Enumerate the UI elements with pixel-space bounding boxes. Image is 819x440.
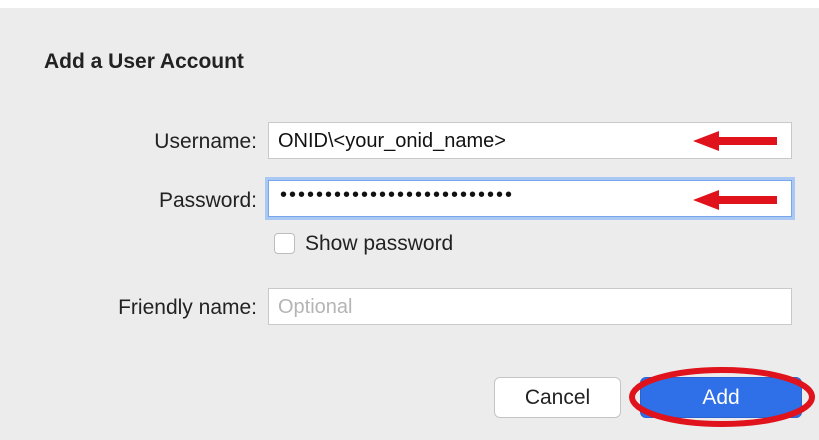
show-password-label[interactable]: Show password xyxy=(305,232,453,256)
window-top-edge xyxy=(0,0,819,8)
friendly-name-field[interactable]: Optional xyxy=(268,288,792,325)
username-field[interactable]: ONID\<your_onid_name> xyxy=(268,122,792,159)
password-field[interactable]: •••••••••••••••••••••••••• xyxy=(268,180,792,217)
show-password-checkbox[interactable] xyxy=(274,233,295,254)
password-masked-value: •••••••••••••••••••••••••• xyxy=(280,184,515,206)
red-arrow-icon xyxy=(693,131,777,151)
password-label: Password: xyxy=(158,189,257,212)
friendly-name-placeholder: Optional xyxy=(278,296,353,318)
username-label: Username: xyxy=(154,130,257,153)
username-value: ONID\<your_onid_name> xyxy=(278,130,506,152)
dialog-title: Add a User Account xyxy=(44,50,244,73)
red-arrow-icon xyxy=(693,190,777,210)
friendly-name-label: Friendly name: xyxy=(118,296,257,319)
red-highlight-ellipse xyxy=(629,367,815,427)
cancel-button[interactable]: Cancel xyxy=(494,377,621,418)
